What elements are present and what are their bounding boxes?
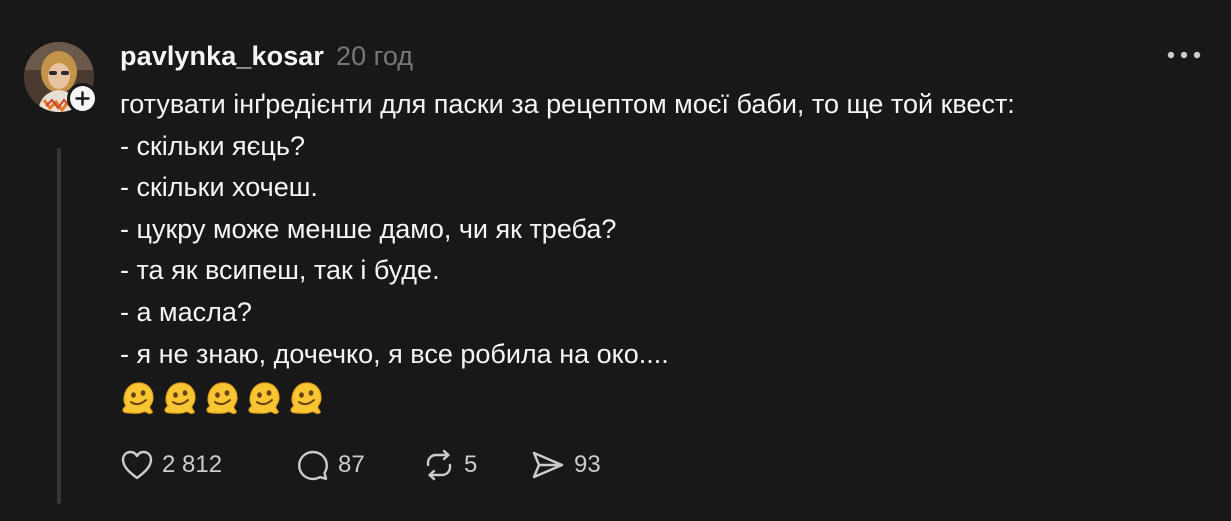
heart-icon: [121, 450, 153, 480]
post-line: - та як всипеш, так і буде.: [120, 255, 440, 286]
post-line: - я не знаю, дочечко, я все робила на ок…: [120, 338, 669, 369]
reply-count: 87: [338, 451, 365, 478]
share-button[interactable]: 93: [530, 444, 630, 486]
post-line: готувати інґредієнти для паски за рецепт…: [120, 89, 1015, 119]
username[interactable]: pavlynka_kosar: [120, 41, 324, 72]
reply-button[interactable]: 87: [296, 444, 422, 486]
repost-count: 5: [464, 451, 478, 478]
like-count: 2 812: [162, 451, 223, 478]
repost-button[interactable]: 5: [422, 444, 530, 486]
comment-icon: [298, 450, 328, 481]
thread-line: [57, 148, 61, 504]
like-button[interactable]: 2 812: [120, 444, 296, 486]
share-count: 93: [574, 451, 601, 478]
action-bar: 2 812 87 5 93: [120, 444, 630, 486]
melting-face-icon: [122, 382, 154, 415]
more-button[interactable]: [1162, 40, 1206, 70]
post-line: - скільки хочеш.: [120, 172, 318, 203]
repost-icon: [426, 449, 452, 481]
melting-face-icon: [206, 382, 238, 415]
post-header: pavlynka_kosar 20 год: [120, 36, 413, 76]
melting-face-icon: [164, 382, 196, 415]
plus-icon: [75, 91, 90, 106]
melting-face-icon: [290, 382, 322, 415]
emoji-row: [120, 377, 1015, 419]
melting-face-icon: [248, 382, 280, 415]
more-icon: [1167, 51, 1201, 59]
post-line: - цукру може менше дамо, чи як треба?: [120, 213, 617, 244]
post-text: готувати інґредієнти для паски за рецепт…: [120, 84, 1015, 419]
timestamp[interactable]: 20 год: [336, 41, 413, 72]
follow-button[interactable]: [67, 83, 98, 114]
send-icon: [532, 451, 564, 479]
post-line: - а масла?: [120, 296, 252, 327]
post-line: - скільки яєць?: [120, 130, 305, 161]
